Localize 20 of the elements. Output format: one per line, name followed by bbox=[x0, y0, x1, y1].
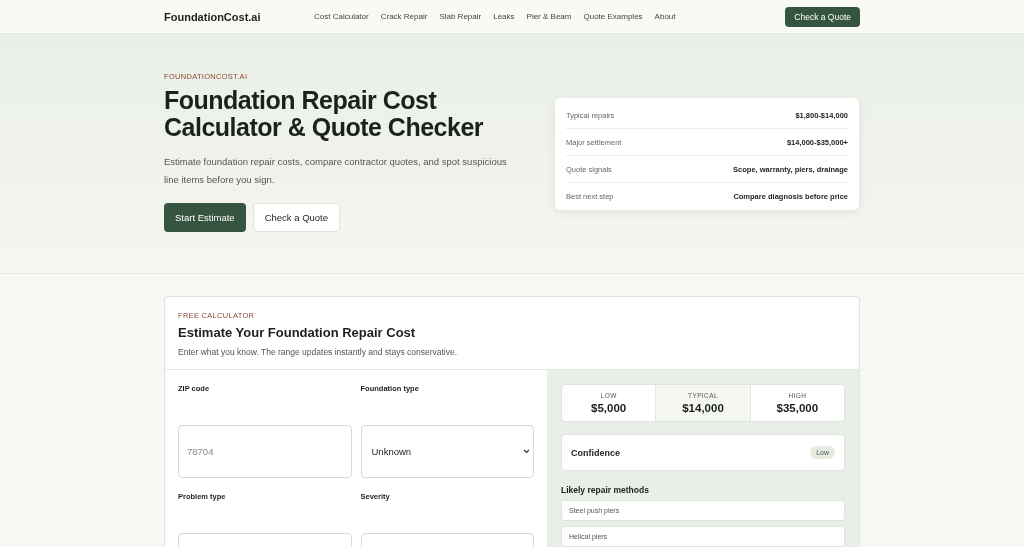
site-logo[interactable]: FoundationCost.ai bbox=[164, 10, 314, 23]
select-field[interactable]: Unknown bbox=[360, 425, 534, 478]
calculator-title: Estimate Your Foundation Repair Cost bbox=[178, 325, 417, 340]
confidence-label: Confidence bbox=[571, 447, 620, 458]
methods-title: Likely repair methods bbox=[561, 485, 650, 495]
nav-link[interactable]: Slab Repair bbox=[439, 12, 482, 21]
calculator-subtitle: Enter what you know. The range updates instantly and stays conservative. bbox=[178, 347, 459, 357]
start-estimate-button[interactable]: Start Estimate bbox=[164, 203, 246, 232]
hero-description: Estimate foundation repair costs, compare contractor quotes, and spot suspicious line items before you sign. bbox=[164, 155, 508, 187]
nav-link[interactable]: Leaks bbox=[493, 12, 515, 21]
chevron-icon bbox=[523, 449, 530, 454]
nav-link[interactable]: Crack Repair bbox=[380, 12, 428, 21]
zip-input[interactable]: 78704 bbox=[178, 425, 352, 478]
check-quote-button[interactable]: Check a Quote bbox=[785, 6, 860, 27]
nav-link[interactable]: Quote Examples bbox=[583, 12, 643, 21]
check-quote-button[interactable]: Check a Quote bbox=[252, 203, 341, 232]
nav-link[interactable]: Cost Calculator bbox=[314, 12, 369, 21]
nav-link[interactable]: About bbox=[654, 12, 676, 21]
nav-link[interactable]: Pier & Beam bbox=[526, 12, 572, 21]
hero-title: Foundation Repair Cost Calculator & Quote Checker bbox=[164, 87, 485, 141]
